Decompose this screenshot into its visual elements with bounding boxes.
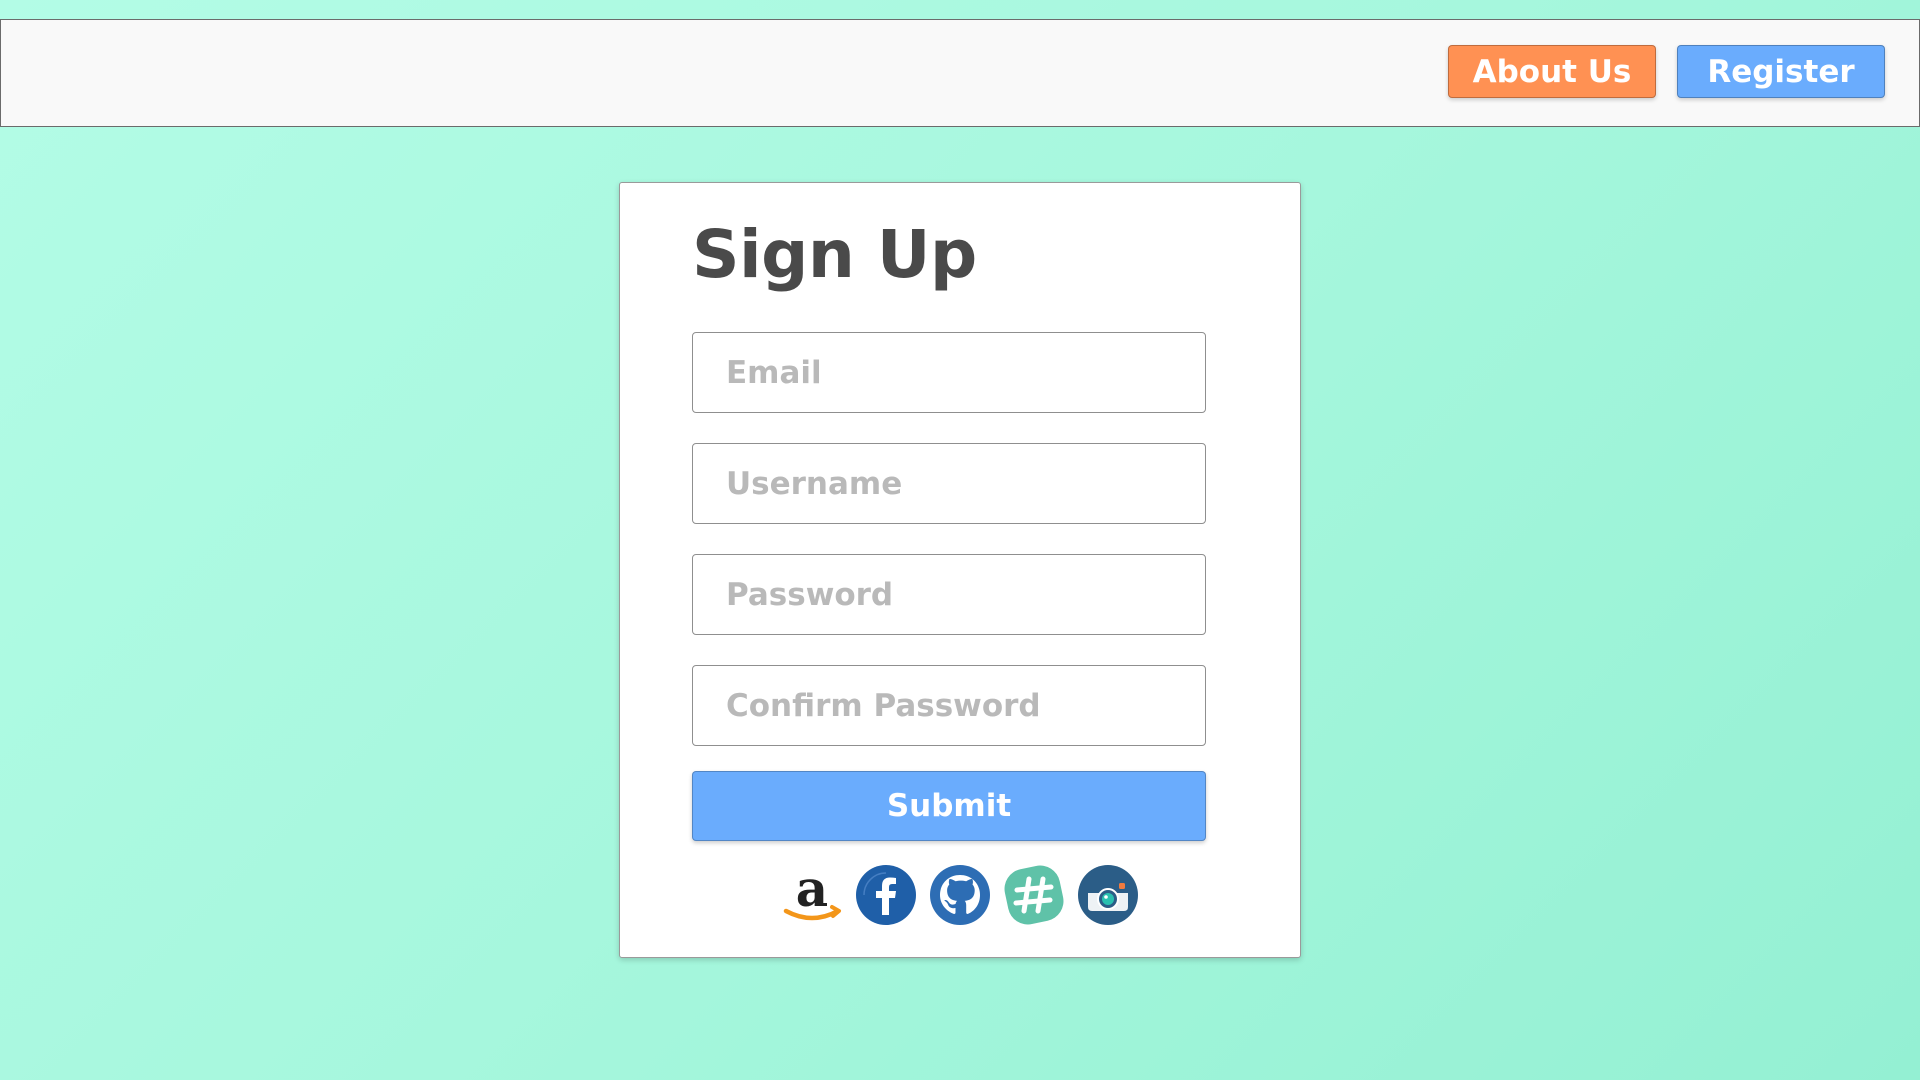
register-button[interactable]: Register [1677,45,1885,98]
slack-icon[interactable] [1002,863,1066,927]
page-title: Sign Up [692,216,977,293]
email-field[interactable] [692,332,1206,413]
password-field[interactable] [692,554,1206,635]
facebook-icon[interactable] [854,863,918,927]
top-navbar: About Us Register [0,19,1920,127]
github-icon[interactable] [928,863,992,927]
about-us-button[interactable]: About Us [1448,45,1656,98]
confirm-password-field[interactable] [692,665,1206,746]
submit-button[interactable]: Submit [692,771,1206,841]
amazon-icon[interactable]: a [780,863,844,927]
svg-text:a: a [796,863,828,918]
social-login-row: a [620,863,1300,927]
username-field[interactable] [692,443,1206,524]
signup-card: Sign Up Submit a [619,182,1301,958]
instagram-icon[interactable] [1076,863,1140,927]
